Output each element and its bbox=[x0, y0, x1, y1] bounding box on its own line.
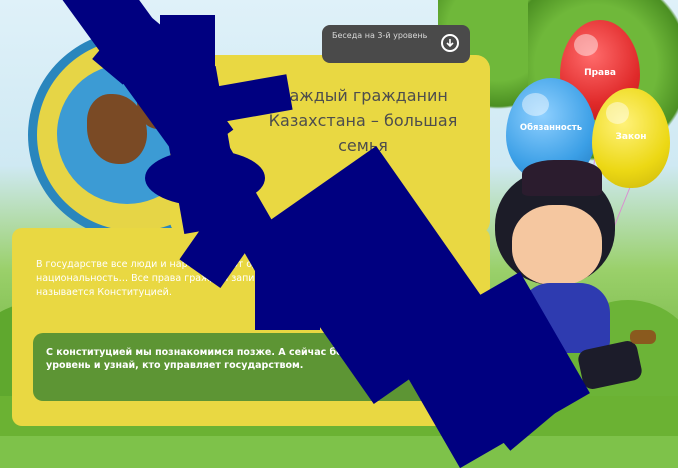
balloon-label: Права bbox=[584, 68, 616, 78]
boy-shoe bbox=[630, 330, 656, 344]
balloon-law[interactable]: Закон bbox=[592, 88, 670, 188]
download-circle-icon[interactable] bbox=[441, 34, 459, 52]
arrow-down-icon bbox=[446, 39, 454, 48]
boy-face bbox=[512, 205, 602, 285]
balloon-shine bbox=[522, 92, 550, 116]
balloon-shine bbox=[574, 34, 599, 56]
boy-cap bbox=[522, 160, 602, 196]
overlay-stroke bbox=[255, 250, 320, 330]
level-toast-text: Беседа на 3-й уровень bbox=[332, 31, 428, 40]
card-title: Каждый гражданин Казахстана – большая се… bbox=[268, 86, 458, 155]
balloon-label: Закон bbox=[615, 132, 647, 142]
balloon-label: Обязанность bbox=[519, 123, 583, 133]
balloon-shine bbox=[606, 102, 630, 124]
overlay-stroke bbox=[160, 15, 215, 73]
